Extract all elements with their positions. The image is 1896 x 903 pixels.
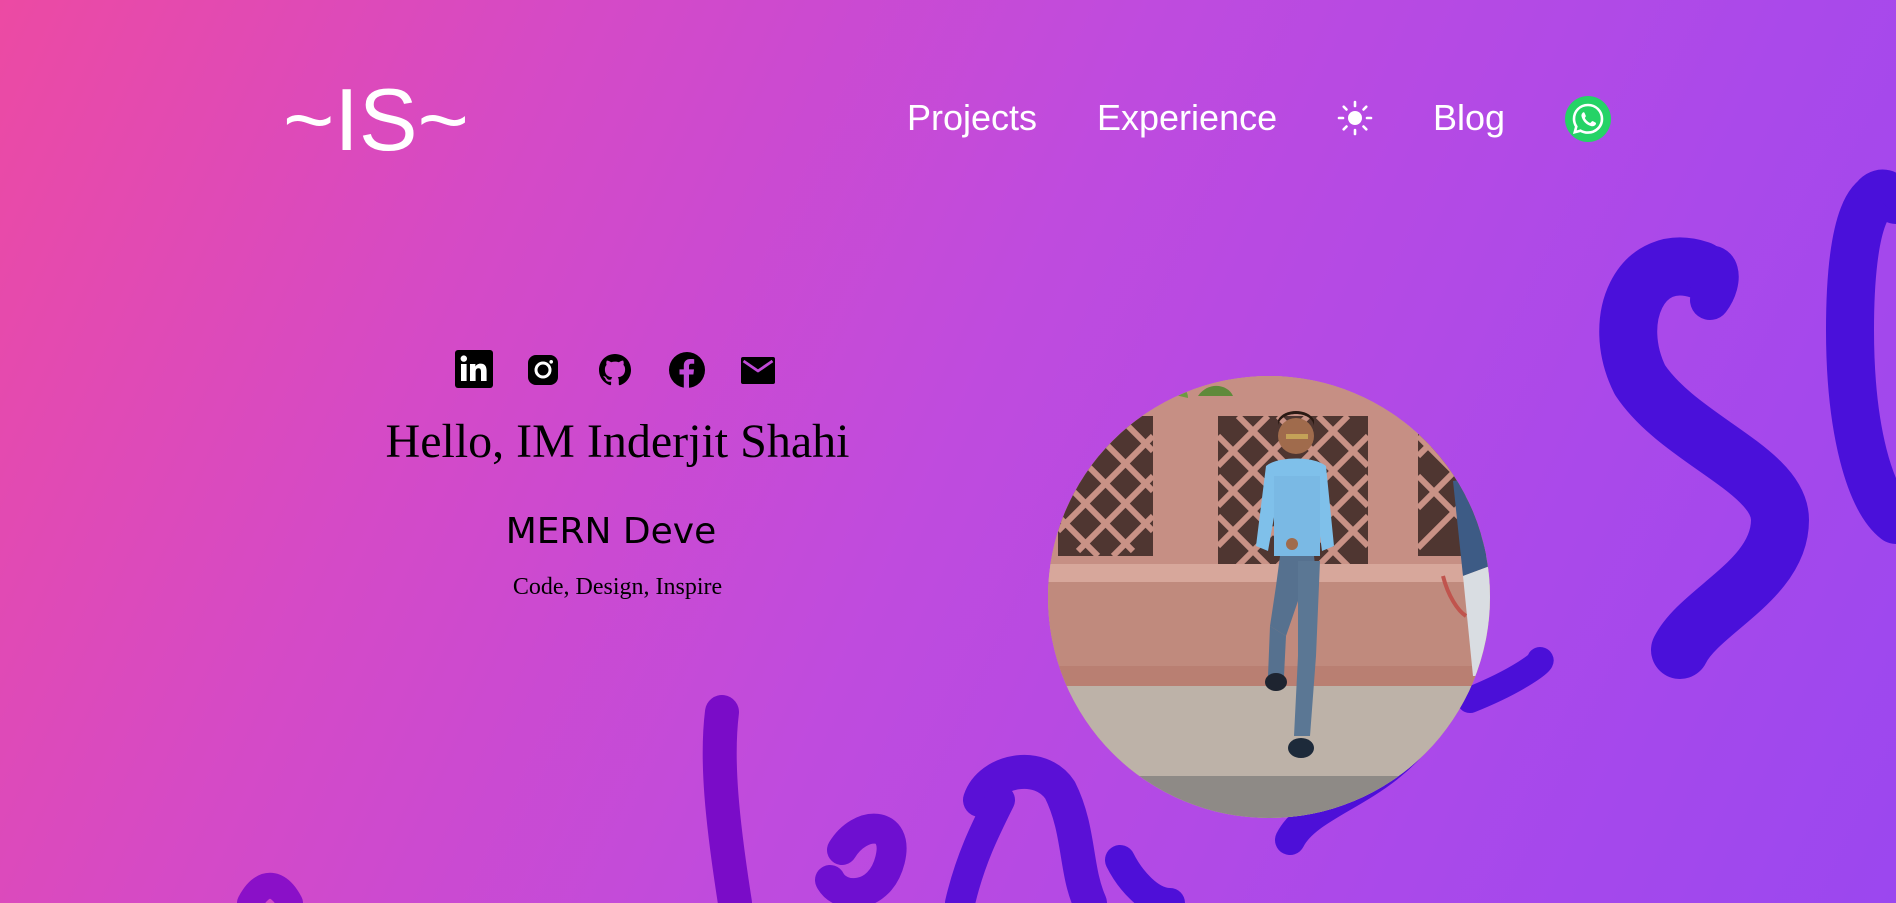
mail-icon: [741, 357, 775, 384]
whatsapp-button[interactable]: [1565, 96, 1611, 142]
facebook-link[interactable]: [668, 350, 708, 390]
instagram-icon: [528, 355, 558, 385]
site-header: ~IS~ Projects Experience Blog: [0, 0, 1896, 240]
whatsapp-icon: [1565, 96, 1611, 142]
nav-experience-link[interactable]: Experience: [1097, 96, 1277, 140]
instagram-link[interactable]: [526, 350, 566, 390]
hero-role: MERN Deve: [505, 511, 717, 552]
hero-tagline: Code, Design, Inspire: [512, 574, 723, 600]
sun-icon: [1337, 100, 1373, 136]
nav-blog-link[interactable]: Blog: [1433, 96, 1505, 140]
theme-toggle-button[interactable]: [1337, 100, 1373, 136]
github-link[interactable]: [597, 350, 637, 390]
facebook-icon: [669, 352, 705, 388]
site-logo[interactable]: ~IS~: [283, 70, 469, 170]
profile-photo: [1048, 376, 1490, 818]
nav-projects-link[interactable]: Projects: [907, 96, 1037, 140]
linkedin-icon: [455, 350, 493, 388]
github-icon: [599, 354, 631, 386]
linkedin-link[interactable]: [455, 350, 495, 390]
email-link[interactable]: [740, 350, 780, 390]
hero-greeting: Hello, IM Inderjit Shahi: [385, 415, 850, 468]
